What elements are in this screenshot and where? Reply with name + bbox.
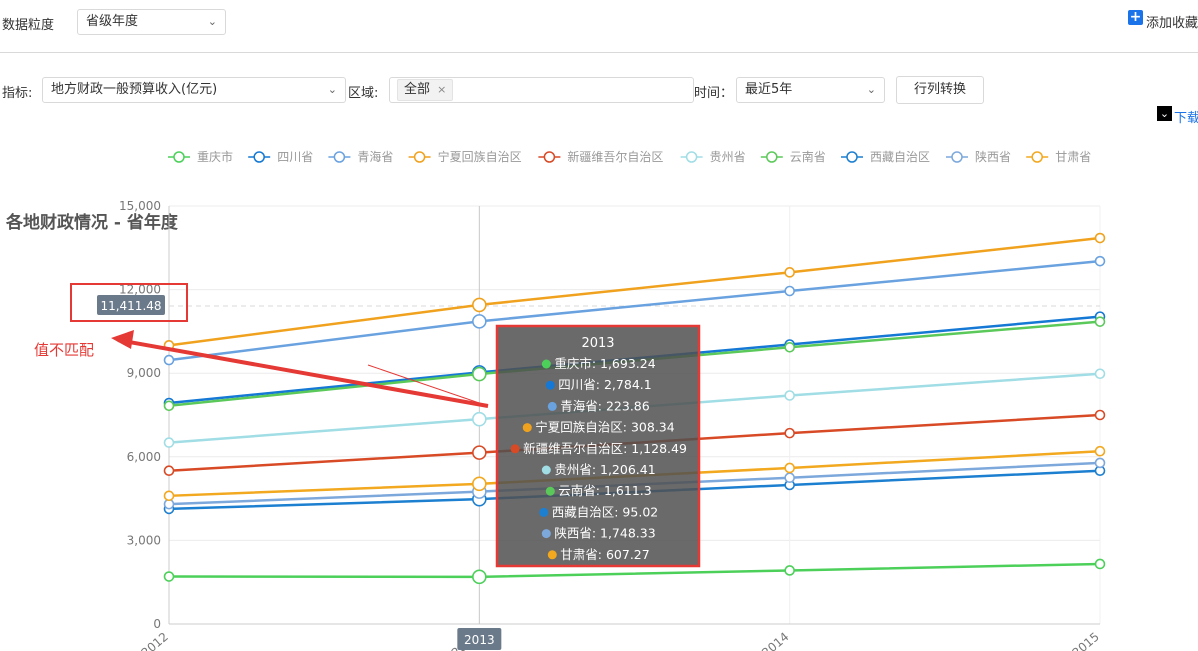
data-point [784,285,795,297]
legend-marker [173,151,185,163]
tooltip-marker [510,444,520,454]
legend-marker [766,151,778,163]
data-point [472,366,487,382]
y-tick-label: 9,000 [127,366,161,380]
legend-label: 甘肃省 [1055,150,1091,164]
legend-marker [846,151,858,163]
legend-label: 贵州省 [710,150,746,164]
tooltip-item: 甘肃省: 607.27 [560,547,649,562]
legend-label: 新疆维吾尔自治区 [567,149,663,164]
data-point [163,354,175,366]
legend-marker [951,151,963,163]
data-point [1094,445,1106,457]
data-point [1094,558,1106,570]
data-point [472,445,487,460]
data-point [1094,368,1106,380]
annotation-text: 值不匹配 [34,341,94,359]
y-pointer-label: 11,411.48 [100,299,161,313]
tooltip-marker [541,529,551,539]
data-point [784,565,795,576]
legend-label: 青海省 [357,149,393,164]
chart-title: 各地财政情况 - 省年度 [5,212,179,233]
tooltip-item: 青海省: 223.86 [560,398,649,413]
legend-label: 四川省 [277,150,313,164]
data-point [472,569,487,585]
y-tick-label: 6,000 [127,450,161,464]
tooltip-marker [522,423,532,433]
tooltip-title: 2013 [581,336,614,351]
tooltip-item: 新疆维吾尔自治区: 1,128.49 [523,441,687,456]
y-tick-label: 3,000 [127,533,161,547]
data-point [163,571,175,582]
tooltip-marker [547,550,557,560]
legend-label: 宁夏回族自治区 [438,149,522,164]
data-point [472,476,487,492]
y-tick-label: 0 [153,617,161,631]
legend-label: 西藏自治区 [870,150,930,164]
tooltip-item: 宁夏回族自治区: 308.34 [535,420,674,435]
data-point [472,297,487,313]
data-point [1094,409,1106,421]
tooltip-item: 陕西省: 1,748.33 [554,526,655,541]
legend-marker [685,151,698,163]
data-point [1094,316,1106,327]
data-point [472,411,487,427]
data-point [163,400,175,412]
x-tick-label: 2015 [1070,630,1102,651]
x-tick-label: 2012 [139,630,171,651]
data-point [784,427,795,439]
data-point [1094,255,1106,267]
data-point [784,390,795,401]
legend-marker [253,151,265,163]
legend-marker [543,151,556,163]
data-point [163,437,175,448]
data-point [163,490,175,502]
x-tick-label: 2014 [759,630,791,651]
tooltip-marker [541,465,551,475]
data-point [784,472,795,484]
data-point [1094,232,1106,244]
tooltip-marker [545,486,555,496]
annotation-arrow-head [111,330,134,349]
x-pointer-label: 2013 [464,633,495,647]
tooltip-marker [541,359,551,369]
legend-label: 重庆市 [197,149,233,164]
data-point [784,462,795,474]
legend-label: 陕西省 [975,149,1011,164]
legend-label: 云南省 [790,149,826,164]
y-tick-label: 15,000 [119,199,161,213]
legend-marker [413,151,426,163]
legend-marker [333,151,346,163]
data-point [1094,457,1106,469]
line-chart: 各地财政情况 - 省年度03,0006,0009,00012,00015,000… [5,149,1106,651]
data-point [472,314,487,329]
tooltip-item: 西藏自治区: 95.02 [552,504,658,519]
annotation-arrow-guide [367,364,489,407]
tooltip-marker [545,380,555,390]
tooltip-item: 贵州省: 1,206.41 [554,462,655,477]
tooltip-item: 四川省: 2,784.1 [558,377,651,392]
data-point [784,341,795,353]
tooltip-marker [547,401,557,411]
tooltip-marker [539,507,549,517]
tooltip-item: 重庆市: 1,693.24 [554,356,655,371]
legend-marker [1031,151,1043,163]
data-point [163,465,175,477]
tooltip-item: 云南省: 1,611.3 [558,483,651,498]
data-point [784,267,795,278]
